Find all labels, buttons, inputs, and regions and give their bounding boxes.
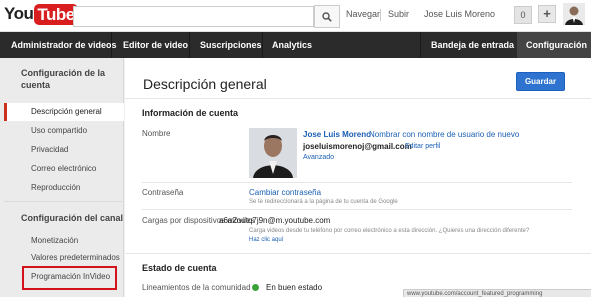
sidebar-channel-header: Configuración del canal [21,213,124,223]
name-label: Nombre [142,129,171,138]
logo-you: You [4,4,34,23]
profile-name[interactable]: Jose Luis Moreno [303,130,371,139]
nav-settings-label: Configuración [526,40,587,50]
plus-button[interactable]: + [538,5,556,23]
sidebar-item-privacy[interactable]: Privacidad [31,145,68,154]
rename-link[interactable]: Nombrar con nombre de usuario de nuevo [369,130,519,139]
sidebar-item-defaults[interactable]: Valores predeterminados [31,253,120,262]
upload-link[interactable]: Subir [388,9,409,19]
divider [125,98,591,99]
nav-divider [189,32,190,58]
notification-count[interactable]: 0 [514,6,532,24]
mobile-upload-email: a6a2outq7j9n@m.youtube.com [219,216,331,225]
status-ok-icon [252,284,259,291]
advanced-link[interactable]: Avanzado [303,154,334,161]
user-photo-icon [249,128,297,178]
divider [125,253,591,254]
account-status-header: Estado de cuenta [142,263,217,273]
sidebar-item-playback[interactable]: Reproducción [31,183,80,192]
password-note: Se te redireccionará a la página de tu c… [249,199,398,205]
sidebar-divider [4,201,122,202]
sidebar-item-overview[interactable]: Descripción general [4,103,124,121]
nav-divider [111,32,112,58]
nav-analytics[interactable]: Analytics [272,32,312,58]
change-password-link[interactable]: Cambiar contraseña [249,188,321,197]
user-photo-icon [563,3,585,25]
sidebar-item-email[interactable]: Correo electrónico [31,164,96,173]
community-guidelines-label: Lineamientos de la comunidad [142,283,251,292]
search-icon [322,11,332,22]
divider [142,182,572,183]
page-title: Descripción general [143,76,267,92]
nav-settings[interactable]: Configuración [517,32,591,58]
browse-link[interactable]: Navegar [346,9,380,19]
avatar[interactable] [563,3,585,25]
username[interactable]: Jose Luis Moreno [424,9,495,19]
community-status: En buen estado [266,283,323,292]
account-info-header: Información de cuenta [142,108,239,118]
profile-photo [249,128,297,178]
search-button[interactable] [314,5,340,28]
logo-tube: Tube [34,3,78,25]
password-label: Contraseña [142,188,184,197]
sidebar-item-monetization[interactable]: Monetización [31,236,78,245]
nav-subscriptions[interactable]: Suscripciones [200,32,262,58]
nav-video-manager[interactable]: Administrador de videos [11,32,117,58]
nav-inbox[interactable]: Bandeja de entrada [431,32,514,58]
mobile-upload-note: Carga videos desde tu teléfono por corre… [249,228,530,234]
click-here-link[interactable]: Haz clic aquí [249,237,283,243]
account-email: joseluismorenoj@gmail.com [303,142,412,151]
save-button[interactable]: Guardar [516,72,565,91]
youtube-logo[interactable]: You Tube [4,2,78,26]
nav-video-editor[interactable]: Editor de video [123,32,188,58]
status-bar-url: www.youtube.com/account_featured_program… [403,289,591,297]
highlight-box [22,266,117,290]
edit-profile-link[interactable]: Editar perfil [405,143,440,150]
settings-sidebar: Configuración de la cuenta Descripción g… [0,58,124,297]
main-panel: Descripción general Guardar Información … [125,58,591,297]
top-separator [380,9,381,21]
nav-divider [262,32,263,58]
sidebar-item-label: Descripción general [31,107,102,116]
nav-divider [420,32,421,58]
divider [142,209,572,210]
masthead: You Tube Navegar Subir Jose Luis Moreno … [0,0,591,32]
sidebar-item-sharing[interactable]: Uso compartido [31,126,87,135]
search-input[interactable] [73,6,314,27]
top-navigation: Administrador de videos Editor de video … [0,32,591,58]
sidebar-account-header: Configuración de la cuenta [21,68,106,90]
